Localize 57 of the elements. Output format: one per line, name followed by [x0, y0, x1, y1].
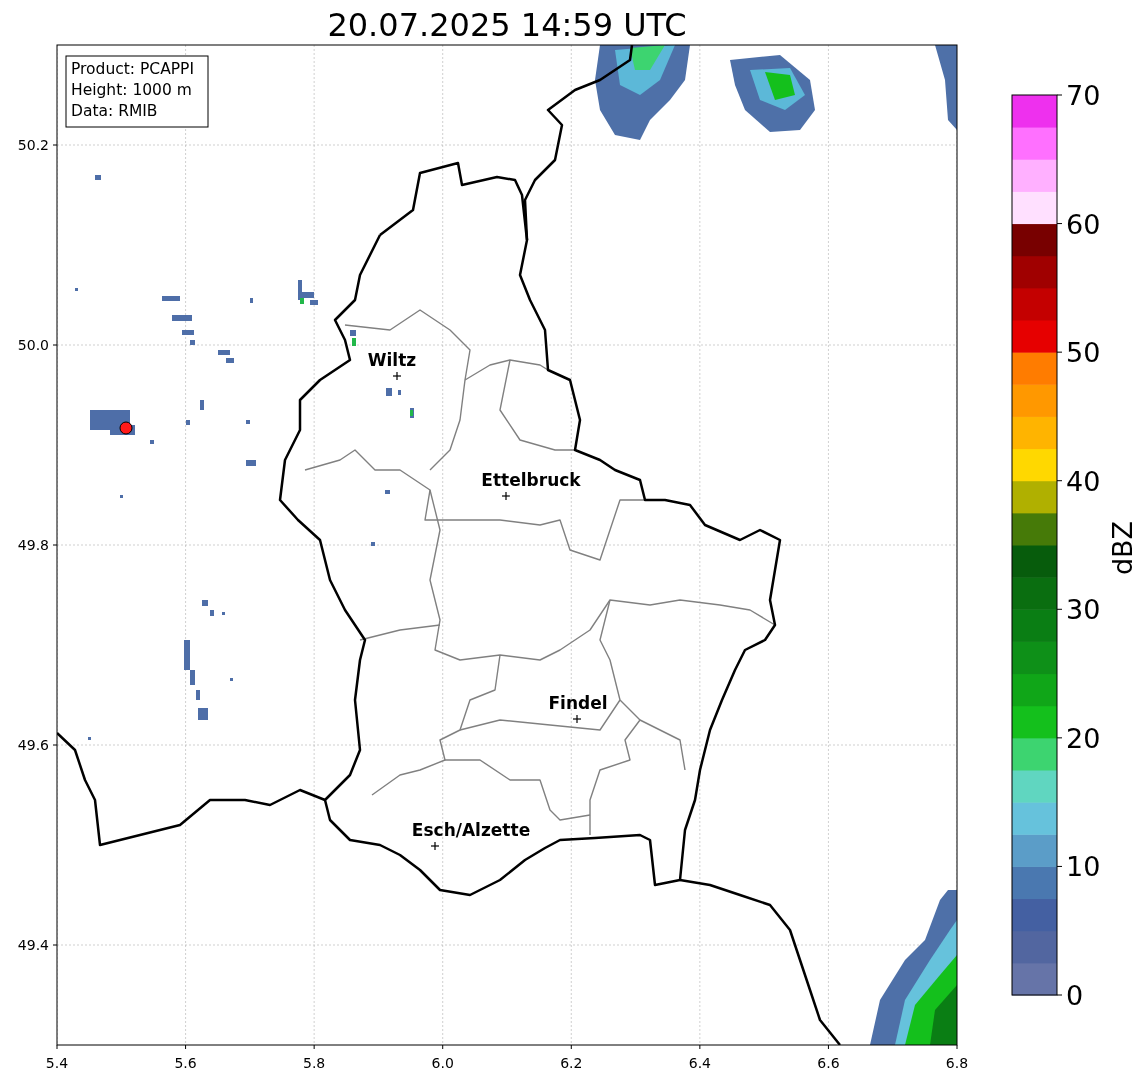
radar-echo: [95, 175, 101, 180]
x-tick-label: 6.6: [817, 1055, 840, 1071]
radar-echo: [198, 708, 208, 720]
radar-echo: [120, 495, 123, 498]
radar-echo: [222, 612, 225, 615]
city-label: Ettelbruck: [481, 470, 581, 490]
radar-echo: [75, 288, 78, 291]
radar-echo: [398, 390, 401, 395]
x-tick-label: 6.8: [945, 1055, 969, 1071]
info-text: Height: 1000 m: [71, 81, 192, 99]
info-text: Data: RMIB: [71, 102, 158, 120]
x-tick-label: 6.4: [688, 1055, 711, 1071]
colorbar-tick-label: 40: [1066, 465, 1101, 497]
radar-echo: [88, 737, 91, 740]
y-tick-label: 49.6: [17, 737, 49, 753]
colorbar-tick-label: 60: [1066, 208, 1101, 240]
radar-echo: [196, 690, 200, 700]
colorbar-tick-label: 20: [1066, 722, 1101, 754]
radar-echo: [250, 298, 253, 303]
radar-echo: [226, 358, 234, 363]
colorbar-tick-label: 0: [1066, 980, 1084, 1011]
city-label: Esch/Alzette: [411, 820, 531, 840]
city-label: Findel: [548, 693, 608, 713]
x-tick-label: 6.0: [431, 1055, 454, 1071]
x-tick-label: 5.6: [174, 1055, 197, 1071]
radar-echo: [246, 420, 250, 424]
x-tick-label: 6.2: [560, 1055, 583, 1071]
colorbar-tick-label: 50: [1066, 337, 1101, 369]
y-tick-label: 49.4: [17, 937, 49, 953]
radar-echo: [150, 440, 154, 444]
city-marker: [392, 371, 402, 381]
radar-echo: [230, 678, 233, 681]
colorbar-label: dBZ: [1107, 520, 1138, 576]
x-tick-label: 5.8: [303, 1055, 326, 1071]
y-tick-label: 49.8: [17, 537, 49, 553]
city-label: Wiltz: [367, 350, 417, 370]
city-marker: [572, 714, 582, 724]
radar-echo: [182, 330, 194, 335]
colorbar-tick-label: 30: [1066, 594, 1101, 626]
colorbar-tick-label: 10: [1066, 851, 1101, 883]
city-marker: [501, 491, 511, 501]
y-tick-label: 50.0: [17, 337, 49, 353]
radar-echo: [162, 296, 180, 301]
radar-echo: [246, 460, 256, 466]
radar-site-marker: [119, 421, 133, 435]
radar-echo: [190, 340, 195, 345]
radar-echo: [172, 315, 192, 321]
chart-title: 20.07.2025 14:59 UTC: [327, 6, 687, 44]
info-text: Product: PCAPPI: [71, 60, 195, 78]
radar-echo: [385, 490, 390, 494]
radar-echo: [371, 542, 375, 546]
radar-echo: [186, 420, 190, 425]
y-tick-label: 50.2: [17, 137, 49, 153]
city-marker: [430, 841, 440, 851]
radar-echo: [218, 350, 230, 355]
colorbar-tick-label: 70: [1066, 80, 1101, 111]
x-tick-label: 5.4: [45, 1055, 69, 1071]
